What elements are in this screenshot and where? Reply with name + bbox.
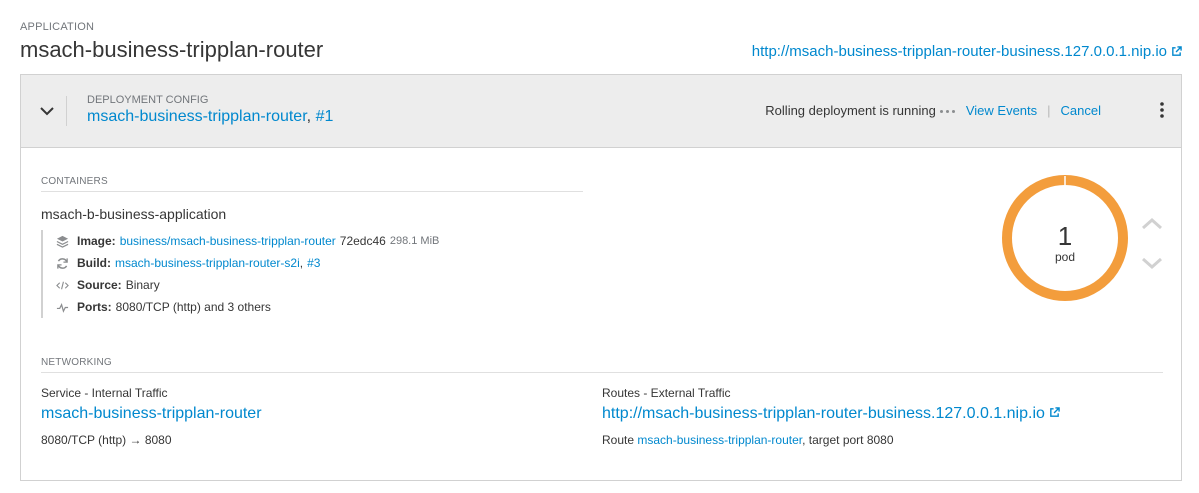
container-details: Image: business/msach-business-tripplan-… [41, 230, 439, 318]
deployment-separator: , [306, 108, 312, 125]
deployment-header: DEPLOYMENT CONFIG msach-business-trippla… [21, 75, 1181, 148]
deployment-config-name: msach-business-tripplan-router, #1 [87, 108, 333, 126]
routes-heading: Routes - External Traffic [602, 386, 731, 400]
deployment-status: Rolling deployment is running View Event… [765, 103, 1101, 118]
build-link[interactable]: msach-business-tripplan-router-s2i [115, 256, 300, 270]
scale-down-icon[interactable] [1141, 256, 1163, 270]
route-suffix: , target port 8080 [802, 433, 894, 447]
source-key: Source: [77, 278, 122, 292]
image-key: Image: [77, 234, 116, 248]
image-icon [55, 234, 69, 248]
service-heading: Service - Internal Traffic [41, 386, 168, 400]
build-number-link[interactable]: #3 [307, 256, 320, 270]
route-details: Route msach-business-tripplan-router, ta… [602, 433, 894, 447]
image-link[interactable]: business/msach-business-tripplan-router [120, 234, 336, 248]
build-key: Build: [77, 256, 111, 270]
deployment-revision-link[interactable]: #1 [316, 108, 334, 125]
image-row: Image: business/msach-business-tripplan-… [55, 230, 439, 252]
status-divider: | [1047, 103, 1051, 118]
kebab-icon[interactable] [1160, 102, 1164, 118]
route-url-link-2[interactable]: http://msach-business-tripplan-router-bu… [602, 405, 1045, 422]
service-name-link[interactable]: msach-business-tripplan-router [41, 405, 262, 423]
application-name: msach-business-tripplan-router [20, 37, 324, 62]
networking-divider [41, 372, 1163, 373]
external-link-icon[interactable] [1049, 405, 1060, 423]
deployment-panel: DEPLOYMENT CONFIG msach-business-trippla… [20, 74, 1182, 481]
build-row: Build: msach-business-tripplan-router-s2… [55, 252, 439, 274]
cancel-link[interactable]: Cancel [1061, 103, 1101, 118]
ports-value: 8080/TCP (http) and 3 others [115, 300, 271, 314]
application-route-link[interactable]: http://msach-business-tripplan-router-bu… [752, 43, 1182, 61]
container-name: msach-b-business-application [41, 206, 227, 222]
view-events-link[interactable]: View Events [966, 103, 1037, 118]
pod-count: 1 [1057, 221, 1073, 251]
source-row: Source: Binary [55, 274, 439, 296]
ports-row: Ports: 8080/TCP (http) and 3 others [55, 296, 439, 318]
source-value: Binary [125, 278, 160, 292]
image-hash: 72edc46 [339, 234, 386, 248]
external-link-icon[interactable] [1171, 44, 1182, 61]
containers-label: CONTAINERS [41, 176, 108, 187]
route-url-link[interactable]: http://msach-business-tripplan-router-bu… [752, 43, 1167, 60]
deployment-status-text: Rolling deployment is running [765, 103, 936, 118]
image-size: 298.1 MiB [389, 235, 440, 247]
pod-unit: pod [1054, 250, 1076, 264]
deployment-name-link[interactable]: msach-business-tripplan-router [87, 108, 307, 125]
chevron-down-icon[interactable] [37, 101, 57, 121]
route-url: http://msach-business-tripplan-router-bu… [602, 405, 1060, 423]
route-prefix: Route [602, 433, 635, 447]
containers-divider [41, 191, 583, 192]
ports-icon [55, 300, 69, 314]
networking-label: NETWORKING [41, 357, 112, 368]
application-label: APPLICATION [20, 21, 95, 33]
build-separator: , [299, 256, 304, 270]
route-name-link[interactable]: msach-business-tripplan-router [637, 433, 802, 447]
build-icon [55, 256, 69, 270]
loading-dots-icon [939, 103, 958, 118]
header-divider [66, 96, 67, 126]
scale-up-icon[interactable] [1141, 217, 1163, 231]
source-icon [55, 278, 69, 292]
service-ports: 8080/TCP (http) → 8080 [41, 433, 172, 447]
ports-key: Ports: [77, 300, 112, 314]
deployment-config-label: DEPLOYMENT CONFIG [87, 94, 209, 106]
